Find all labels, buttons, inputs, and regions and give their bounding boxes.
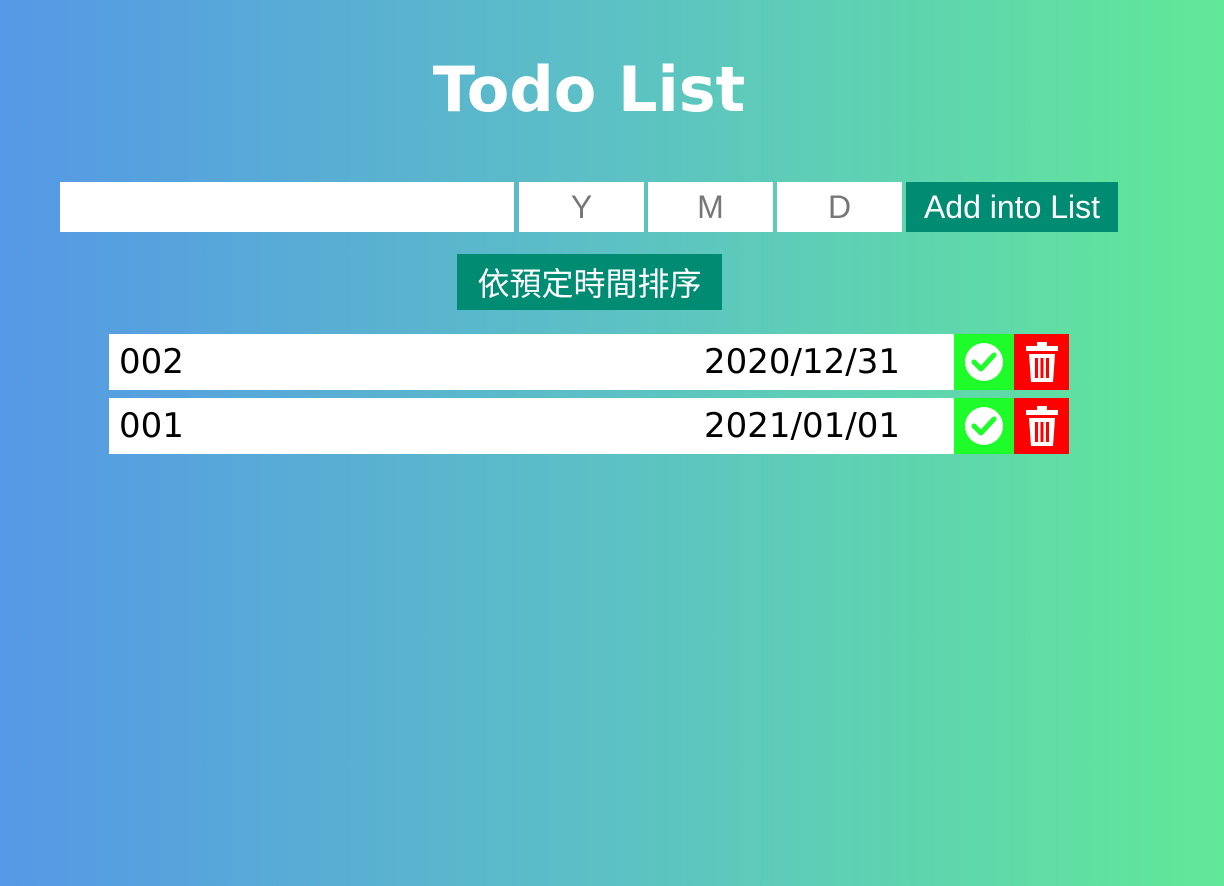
todo-item: 001 2021/01/01 xyxy=(109,398,1069,454)
page-title: Todo List xyxy=(432,53,746,126)
todo-item-name: 002 xyxy=(119,342,184,382)
day-input[interactable] xyxy=(777,182,902,232)
add-into-list-button[interactable]: Add into List xyxy=(906,182,1118,232)
trash-icon xyxy=(1025,406,1058,446)
todo-list: 002 2020/12/31 001 2021/01/01 xyxy=(109,334,1069,462)
task-input[interactable] xyxy=(60,182,514,232)
todo-item-body: 002 2020/12/31 xyxy=(109,334,954,390)
delete-button[interactable] xyxy=(1014,398,1069,454)
month-input[interactable] xyxy=(648,182,773,232)
done-button[interactable] xyxy=(954,398,1014,454)
trash-icon xyxy=(1025,342,1058,382)
check-circle-icon xyxy=(965,343,1003,381)
year-input[interactable] xyxy=(519,182,644,232)
todo-item-date: 2021/01/01 xyxy=(704,406,900,446)
todo-item: 002 2020/12/31 xyxy=(109,334,1069,390)
check-circle-icon xyxy=(965,407,1003,445)
sort-by-date-button[interactable]: 依預定時間排序 xyxy=(457,254,722,310)
todo-item-date: 2020/12/31 xyxy=(704,342,900,382)
delete-button[interactable] xyxy=(1014,334,1069,390)
done-button[interactable] xyxy=(954,334,1014,390)
todo-item-body: 001 2021/01/01 xyxy=(109,398,954,454)
todo-item-name: 001 xyxy=(119,406,184,446)
